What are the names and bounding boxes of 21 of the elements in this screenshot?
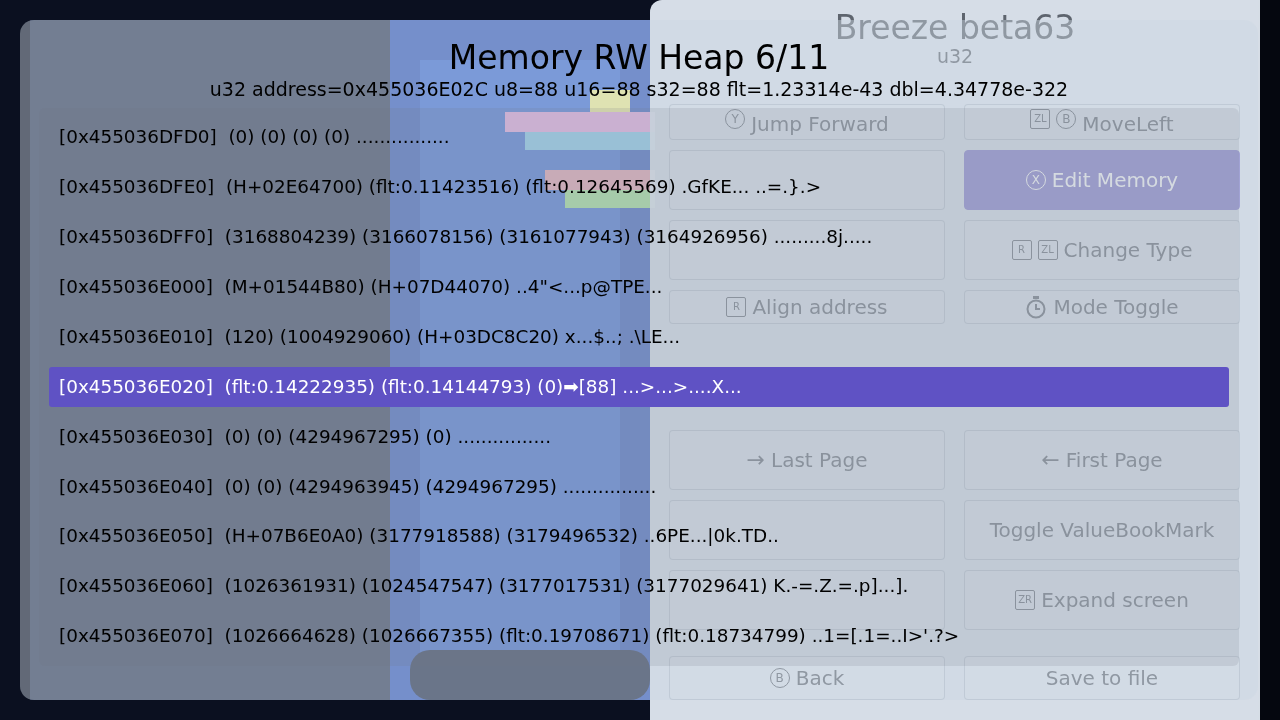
key-hint-icon: R (726, 297, 747, 318)
key-hint-icon: ZR (1015, 590, 1036, 611)
menu-title: Breeze beta63 (834, 8, 1076, 47)
memory-row[interactable]: [0x455036DFD0] (0) (0) (0) (0) ................ (49, 117, 460, 157)
key-hint-icon: ZL (1030, 109, 1051, 130)
memory-row[interactable]: [0x455036E060] (1026361931) (1024547547) (3177017531) (3177029641) K.-=.Z.=.p]...]. (49, 566, 919, 607)
stopwatch-icon (1025, 295, 1048, 320)
value-type-label: u32 (936, 45, 974, 68)
memory-row[interactable]: [0x455036E040] (0) (0) (4294963945) (4294967295) ................ (49, 466, 667, 507)
menu-button[interactable]: X Edit Memory (964, 150, 1240, 211)
arrow-icon: ← (1041, 449, 1060, 472)
key-hint-icon: R (1011, 240, 1032, 261)
memory-row[interactable]: [0x455036E020] (flt:0.14222935) (flt:0.14144793) (0)➡[88] ...>...>....X... (49, 366, 1229, 407)
key-hint-icon: ZL (1037, 240, 1058, 261)
memory-row[interactable]: [0x455036E050] (H+07B6E0A0) (3177918588) (3179496532) ..6PE...|0k.TD.. (49, 516, 789, 557)
memory-row[interactable]: [0x455036E030] (0) (0) (4294967295) (0) ................ (49, 416, 561, 457)
arrow-icon: → (746, 449, 765, 472)
memory-row[interactable]: [0x455036DFF0] (3168804239) (3166078156) (3161077943) (3164926956) .........8j..... (49, 216, 883, 257)
panel-title: Memory RW Heap 6/11 (448, 40, 830, 77)
memory-row[interactable]: [0x455036DFE0] (H+02E64700) (flt:0.11423516) (flt:0.12645569) .GfKE... ..=.}.> (49, 167, 832, 207)
address-info: u32 address=0x455036E02C u8=88 u16=88 s32=88 flt=1.23314e-43 dbl=4.34778e-322 (209, 78, 1069, 102)
